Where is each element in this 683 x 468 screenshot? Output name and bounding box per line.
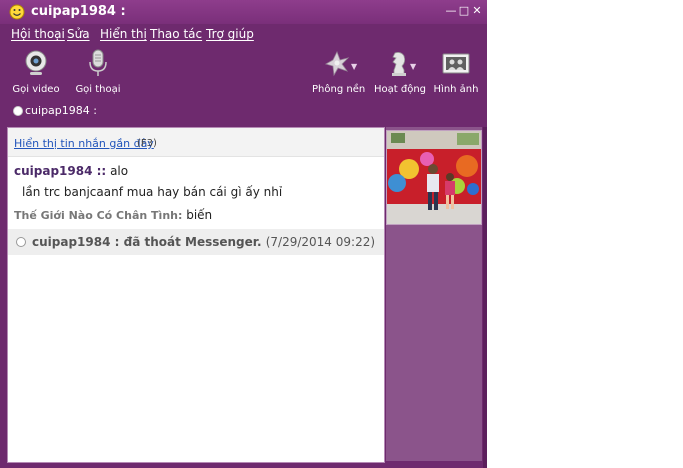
window-title: cuipap1984 : — [31, 4, 126, 19]
toolbar: Gọi video Gọi thoại Phông nền ▼ Hoạt độn… — [0, 44, 487, 100]
message-line: lần trc banjcaanf mua hay bán cái gì ấy … — [22, 185, 282, 199]
messenger-window: cuipap1984 : — □ ✕ Hội thoại Sửa Hiển th… — [0, 0, 487, 468]
background-dropdown-icon[interactable]: ▼ — [351, 62, 357, 71]
activity-dropdown-icon[interactable]: ▼ — [410, 62, 416, 71]
webcam-icon — [25, 50, 47, 75]
menu-conversation[interactable]: Hội thoại — [11, 27, 65, 41]
window-border — [483, 127, 487, 468]
system-message: cuipap1984 : đã thoát Messenger. (7/29/2… — [8, 229, 384, 255]
photos-label: Hình ảnh — [433, 84, 479, 95]
menu-bar: Hội thoại Sửa Hiển thị Thao tác Trợ giúp — [0, 24, 487, 44]
conversation-area[interactable]: Hiển thị tin nhắn gần đây (F3) cuipap198… — [7, 127, 385, 463]
status-indicator-icon — [13, 106, 23, 116]
menu-help[interactable]: Trợ giúp — [206, 27, 254, 41]
message-line: Thế Giới Nào Có Chân Tình: biến — [14, 208, 212, 222]
photos-button[interactable]: Hình ảnh — [432, 44, 480, 100]
contact-name: cuipap1984 : — [25, 104, 97, 117]
photo-people-icon — [442, 53, 470, 74]
sender-name: Thế Giới Nào Có Chân Tình: — [14, 209, 183, 222]
voice-call-label: Gọi thoại — [75, 84, 121, 95]
sender-name: cuipap1984 :: — [14, 164, 107, 178]
activity-button[interactable]: Hoạt động — [374, 44, 427, 100]
menu-edit[interactable]: Sửa — [67, 27, 90, 41]
video-call-label: Gọi video — [12, 84, 60, 95]
side-panel — [386, 127, 482, 461]
activity-label: Hoạt động — [374, 84, 427, 95]
close-icon[interactable]: ✕ — [471, 5, 483, 17]
title-bar[interactable]: cuipap1984 : — □ ✕ — [0, 0, 487, 24]
contact-status-bar: cuipap1984 : — [0, 100, 487, 122]
voice-call-button[interactable]: Gọi thoại — [72, 44, 124, 100]
menu-actions[interactable]: Thao tác — [150, 27, 202, 41]
shortcut-hint: (F3) — [137, 138, 157, 149]
microphone-icon — [89, 49, 107, 76]
message-text: alo — [110, 164, 129, 178]
avatar-photo — [387, 131, 481, 224]
contact-avatar[interactable] — [386, 130, 482, 225]
message-text: biến — [186, 208, 213, 222]
background-button[interactable]: Phông nền — [312, 44, 366, 100]
minimize-icon[interactable]: — — [445, 5, 457, 17]
offline-status-icon — [16, 237, 26, 247]
menu-view[interactable]: Hiển thị — [100, 27, 147, 41]
show-recent-messages-link[interactable]: Hiển thị tin nhắn gần đây — [14, 137, 154, 150]
system-message-text: cuipap1984 : đã thoát Messenger. — [32, 235, 262, 249]
system-message-time: (7/29/2014 09:22) — [265, 235, 376, 249]
maximize-icon[interactable]: □ — [458, 5, 470, 17]
messenger-smiley-icon — [9, 4, 25, 20]
recent-messages-bar: Hiển thị tin nhắn gần đây (F3) — [8, 128, 384, 157]
background-label: Phông nền — [312, 84, 366, 95]
flower-icon — [324, 51, 350, 77]
message-text: lần trc banjcaanf mua hay bán cái gì ấy … — [22, 185, 283, 199]
video-call-button[interactable]: Gọi video — [10, 44, 62, 100]
message-line: cuipap1984 :: alo — [14, 164, 128, 178]
